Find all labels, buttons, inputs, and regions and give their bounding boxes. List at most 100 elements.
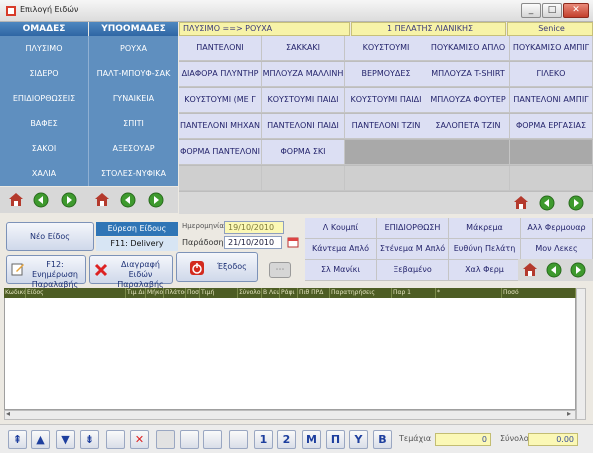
subgroup-item[interactable]: ΓΥΝΑΙΚΕΙΑ <box>89 86 178 111</box>
item-cell[interactable]: ΠΟΥΚΑΜΙΣΟ ΑΠΛΟ <box>427 36 510 61</box>
disabled-button[interactable] <box>156 430 175 449</box>
column-header[interactable]: Ποσό <box>502 288 576 298</box>
search-item-button[interactable]: Εύρεση Είδους <box>96 222 178 236</box>
empty-item-cell[interactable] <box>262 166 345 191</box>
more-button[interactable]: ⋯ <box>269 262 291 278</box>
home-items-icon[interactable] <box>513 195 529 210</box>
notes-button[interactable] <box>229 430 248 449</box>
table-body[interactable] <box>4 298 576 410</box>
home-notes-icon[interactable] <box>522 262 538 277</box>
note-cell[interactable]: Αλλ Φερμουαρ <box>521 218 593 239</box>
group-item[interactable]: ΣΙΔΕΡΟ <box>0 61 88 86</box>
delivery-button[interactable]: F11: Delivery <box>96 237 178 251</box>
item-cell[interactable]: ΓΙΛΕΚΟ <box>510 62 593 87</box>
exit-button[interactable]: Έξοδος <box>176 252 258 282</box>
scroll-left-icon[interactable]: ◂ <box>6 409 10 418</box>
b-button[interactable]: B <box>373 430 392 449</box>
column-header[interactable]: Παρ 1 <box>392 288 436 298</box>
note-cell[interactable]: Μάκρεμα <box>449 218 521 239</box>
item-cell[interactable]: ΠΑΝΤΕΛΟΝΙ ΑΜΠΙΓ <box>510 88 593 113</box>
subgroup-item[interactable]: ΣΤΟΛΕΣ-ΝΥΦΙΚΑ <box>89 161 178 186</box>
scroll-right-icon[interactable]: ▸ <box>567 409 571 418</box>
arrow-right-items-icon[interactable] <box>568 195 584 211</box>
note-cell[interactable]: Κάντεμα Απλό <box>305 239 377 260</box>
column-header[interactable]: Ράφι <box>280 288 298 298</box>
home-sub-icon[interactable] <box>94 192 110 207</box>
page1-button[interactable]: 1 <box>254 430 273 449</box>
column-header[interactable]: Τιμ Διακ <box>126 288 146 298</box>
column-header[interactable]: Πλάτος <box>164 288 186 298</box>
vertical-scrollbar[interactable] <box>576 288 586 420</box>
note-cell[interactable]: ΕΠΙΔΙΟΡΘΩΣΗ <box>377 218 449 239</box>
arrow-right-sub-icon[interactable] <box>148 192 164 208</box>
first-page-button[interactable]: ⇞ <box>8 430 27 449</box>
item-cell[interactable]: ΜΠΛΟΥΖΑ T-SHIRT <box>427 62 510 87</box>
down-button[interactable]: ▼ <box>56 430 75 449</box>
note-cell[interactable]: Χαλ Φερμ <box>449 260 521 281</box>
column-header[interactable]: Τιμή <box>200 288 238 298</box>
note-cell[interactable]: Ευθύνη Πελάτη <box>449 239 521 260</box>
item-cell[interactable]: ΜΠΛΟΥΖΑ ΦΟΥΤΕΡ <box>427 88 510 113</box>
note-cell[interactable]: Σλ Μανίκι <box>305 260 377 281</box>
p-button[interactable]: Π <box>326 430 345 449</box>
y-button[interactable]: Y <box>349 430 368 449</box>
subgroup-item[interactable]: ΠΑΛΤ-ΜΠΟΥΦ-ΣΑΚ <box>89 61 178 86</box>
arrow-left-items-icon[interactable] <box>539 195 555 211</box>
arrow-right-icon[interactable] <box>61 192 77 208</box>
empty-item-cell[interactable] <box>510 140 593 165</box>
horizontal-scrollbar[interactable]: ◂ ▸ <box>4 409 576 420</box>
item-cell[interactable]: ΚΟΥΣΤΟΥΜΙ (ΜΕ Γ <box>179 88 262 113</box>
note-cell[interactable]: Στένεμα Μ Απλό <box>377 239 449 260</box>
calendar-icon[interactable] <box>287 236 299 248</box>
empty-item-cell[interactable] <box>345 140 428 165</box>
group-item[interactable]: ΕΠΙΔΙΟΡΘΩΣΕΙΣ <box>0 86 88 111</box>
subgroup-item[interactable]: ΑΞΕΣΟΥΑΡ <box>89 136 178 161</box>
item-cell[interactable]: ΣΑΛΟΠΕΤΑ ΤΖΙΝ <box>427 114 510 139</box>
column-header[interactable]: Β Λευ <box>262 288 280 298</box>
empty-item-cell[interactable] <box>510 166 593 191</box>
group-item[interactable]: ΒΑΦΕΣ <box>0 111 88 136</box>
calendar-button[interactable] <box>203 430 222 449</box>
page2-button[interactable]: 2 <box>277 430 296 449</box>
note-cell[interactable]: Λ Κουμπί <box>305 218 377 239</box>
arrow-right-notes-icon[interactable] <box>570 262 586 278</box>
bus-button[interactable] <box>180 430 199 449</box>
new-item-button[interactable]: Νέο Είδος <box>6 222 94 251</box>
arrow-left-notes-icon[interactable] <box>546 262 562 278</box>
note-cell[interactable]: Μον Λεκες <box>521 239 593 260</box>
item-cell[interactable]: ΠΑΝΤΕΛΟΝΙ ΤΖΙΝ <box>345 114 428 139</box>
empty-item-cell[interactable] <box>427 166 510 191</box>
subgroup-item[interactable]: ΡΟΥΧΑ <box>89 36 178 61</box>
last-page-button[interactable]: ⇟ <box>80 430 99 449</box>
m-button[interactable]: M <box>302 430 321 449</box>
item-cell[interactable]: ΦΟΡΜΑ ΣΚΙ <box>262 140 345 165</box>
arrow-left-icon[interactable] <box>33 192 49 208</box>
item-cell[interactable]: ΚΟΥΣΤΟΥΜΙ ΠΑΙΔΙ <box>262 88 345 113</box>
update-receipt-button[interactable]: F12: Ενημέρωση Παραλαβής <box>6 255 86 289</box>
delivery-date-field[interactable]: 21/10/2010 <box>224 236 282 249</box>
item-cell[interactable]: ΜΠΛΟΥΖΑ ΜΑΛΛΙΝΗ <box>262 62 345 87</box>
item-cell[interactable]: ΦΟΡΜΑ ΕΡΓΑΣΙΑΣ <box>510 114 593 139</box>
home-icon[interactable] <box>8 192 24 207</box>
date-field[interactable]: 19/10/2010 <box>224 221 284 234</box>
column-header[interactable]: Παρατηρήσεις <box>330 288 392 298</box>
item-cell[interactable]: ΦΟΡΜΑ ΠΑΝΤΕΛΟΝΙ <box>179 140 262 165</box>
up-button[interactable]: ▲ <box>31 430 50 449</box>
subgroup-item[interactable]: ΣΠΙΤΙ <box>89 111 178 136</box>
item-cell[interactable]: ΠΑΝΤΕΛΟΝΙ <box>179 36 262 61</box>
item-cell[interactable]: ΠΟΥΚΑΜΙΣΟ ΑΜΠΙΓ <box>510 36 593 61</box>
group-item[interactable]: ΠΛΥΣΙΜΟ <box>0 36 88 61</box>
empty-item-cell[interactable] <box>345 166 428 191</box>
note-cell[interactable]: Ξεβαμένο <box>377 260 449 281</box>
item-cell[interactable]: ΒΕΡΜΟΥΔΕΣ <box>345 62 428 87</box>
column-header[interactable]: Μήκος <box>146 288 164 298</box>
arrow-left-sub-icon[interactable] <box>120 192 136 208</box>
item-cell[interactable]: ΣΑΚΚΑΚΙ <box>262 36 345 61</box>
group-item[interactable]: ΧΑΛΙΑ <box>0 161 88 186</box>
item-cell[interactable]: ΠΑΝΤΕΛΟΝΙ ΜΗΧΑΝ <box>179 114 262 139</box>
column-header[interactable]: Πιθ ΠΡΔ <box>298 288 330 298</box>
group-item[interactable]: ΣΑΚΟΙ <box>0 136 88 161</box>
maximize-button[interactable]: □ <box>542 3 562 18</box>
item-cell[interactable]: ΔΙΑΦΟΡΑ ΠΛΥΝΤΗΡ <box>179 62 262 87</box>
empty-item-cell[interactable] <box>427 140 510 165</box>
